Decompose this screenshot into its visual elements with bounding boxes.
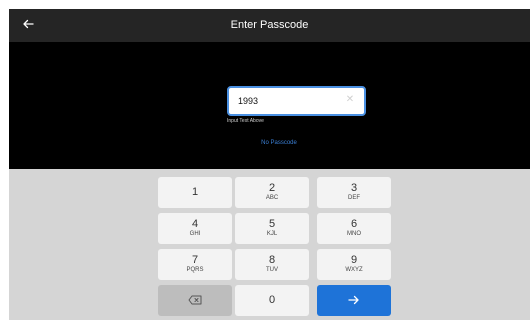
passcode-input-value: 1993 bbox=[238, 96, 259, 106]
key-letters: PQRS bbox=[186, 267, 204, 273]
no-passcode-link[interactable]: No Passcode bbox=[249, 140, 309, 146]
key-2[interactable]: 2 ABC bbox=[235, 177, 309, 208]
key-5[interactable]: 5 KJL bbox=[235, 213, 309, 244]
key-0[interactable]: 0 bbox=[235, 285, 309, 316]
key-digit: 3 bbox=[350, 182, 358, 194]
key-letters: DEF bbox=[348, 195, 360, 201]
backspace-button[interactable] bbox=[158, 285, 232, 316]
key-digit: 1 bbox=[191, 186, 199, 198]
key-letters: MNO bbox=[347, 231, 361, 237]
close-icon[interactable]: ✕ bbox=[343, 93, 357, 107]
key-digit: 0 bbox=[268, 294, 276, 306]
key-digit: 6 bbox=[350, 218, 358, 230]
key-digit: 7 bbox=[191, 254, 199, 266]
arrow-right-icon bbox=[317, 285, 391, 316]
input-hint: Input Text Above bbox=[227, 118, 264, 124]
backspace-icon bbox=[158, 285, 232, 316]
key-letters: ABC bbox=[265, 195, 279, 201]
key-digit: 5 bbox=[268, 218, 276, 230]
key-digit: 2 bbox=[268, 182, 276, 194]
passcode-panel: 1993 ✕ Input Text Above No Passcode bbox=[9, 42, 530, 169]
key-letters: TUV bbox=[266, 267, 278, 273]
key-6[interactable]: 6 MNO bbox=[317, 213, 391, 244]
key-letters: WXYZ bbox=[345, 267, 363, 273]
key-letters: GHI bbox=[189, 231, 201, 237]
key-9[interactable]: 9 WXYZ bbox=[317, 249, 391, 280]
key-3[interactable]: 3 DEF bbox=[317, 177, 391, 208]
key-7[interactable]: 7 PQRS bbox=[158, 249, 232, 280]
key-digit: 9 bbox=[350, 254, 358, 266]
passcode-input[interactable]: 1993 ✕ bbox=[227, 86, 366, 116]
enter-button[interactable] bbox=[317, 285, 391, 316]
key-digit: 8 bbox=[268, 254, 276, 266]
key-8[interactable]: 8 TUV bbox=[235, 249, 309, 280]
key-letters: KJL bbox=[266, 231, 278, 237]
key-1[interactable]: 1 bbox=[158, 177, 232, 208]
app-window: Enter Passcode 1993 ✕ Input Text Above N… bbox=[9, 9, 530, 320]
key-4[interactable]: 4 GHI bbox=[158, 213, 232, 244]
numeric-keypad: 1 2 ABC 3 DEF 4 GHI 5 KJL 6 MNO 7 PQRS 8 bbox=[9, 169, 530, 320]
key-digit: 4 bbox=[191, 218, 199, 230]
header-bar: Enter Passcode bbox=[9, 9, 530, 42]
page-title: Enter Passcode bbox=[230, 19, 309, 31]
